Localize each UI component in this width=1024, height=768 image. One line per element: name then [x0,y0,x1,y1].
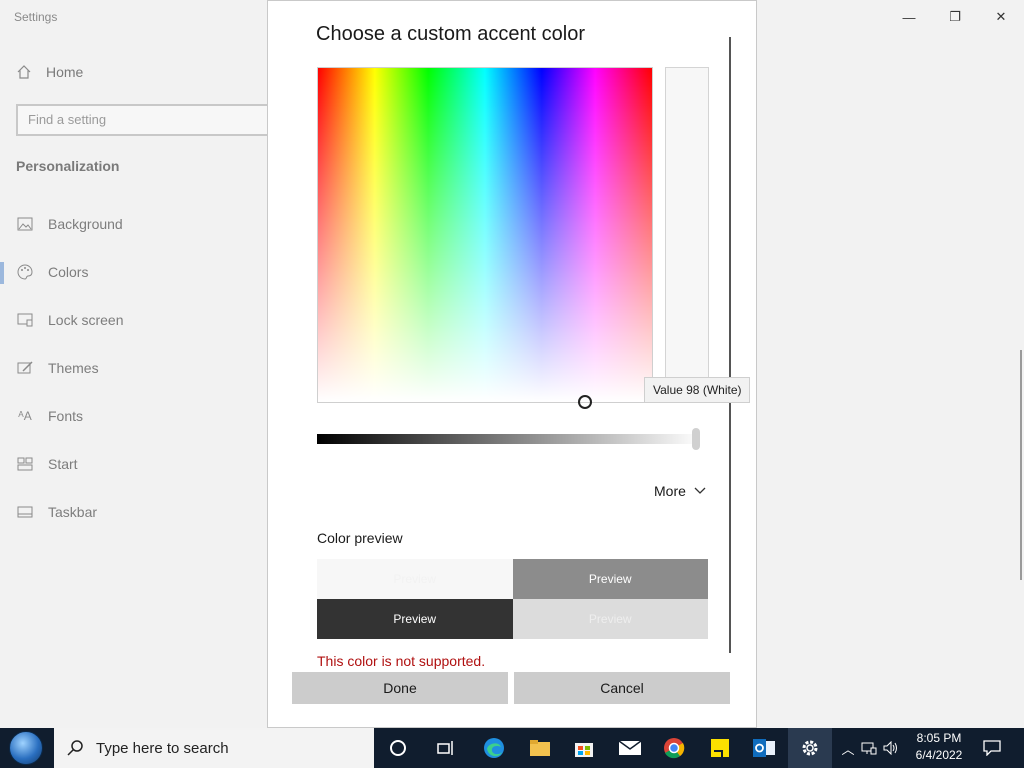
start-icon [16,456,34,472]
sidebar-item-colors[interactable]: Colors [16,264,88,280]
font-icon: ᴬA [18,409,32,423]
home-nav-item[interactable]: Home [16,64,83,80]
dialog-scrollbar[interactable] [729,37,731,653]
sidebar-item-label: Taskbar [48,504,98,520]
system-tray: ︿ [838,728,902,768]
taskbar-icon [16,504,34,520]
image-icon [16,216,34,232]
selected-color-swatch [665,67,709,403]
color-preview-label: Color preview [317,530,403,546]
preview-tile: Preview [512,599,708,639]
done-button[interactable]: Done [292,672,508,704]
sidebar-item-label: Lock screen [48,312,124,328]
sidebar-item-themes[interactable]: Themes [16,360,99,376]
maximize-button[interactable]: ❐ [932,6,978,28]
chevron-down-icon [694,487,706,494]
volume-icon[interactable] [880,741,902,755]
preview-tile: Preview [317,599,513,639]
windows-logo-icon [9,731,43,765]
more-label: More [654,483,686,499]
sidebar-item-fonts[interactable]: ᴬA Fonts [16,408,83,424]
preview-tile: Preview [317,559,513,599]
task-view-icon[interactable] [424,728,468,768]
search-placeholder: Type here to search [96,739,229,757]
network-icon[interactable] [858,741,880,755]
value-slider[interactable] [317,434,701,444]
more-toggle[interactable]: More [654,483,706,499]
clock-time: 8:05 PM [916,731,962,745]
error-message: This color is not supported. [317,653,486,669]
clock-date: 6/4/2022 [915,748,963,762]
color-preview-grid: Preview Preview Preview Preview [317,559,708,639]
value-tooltip: Value 98 (White) [644,377,751,403]
preview-tile: Preview [512,559,708,599]
outlook-icon[interactable] [742,728,786,768]
find-setting-input[interactable]: Find a setting [16,104,276,136]
sidebar-item-taskbar[interactable]: Taskbar [16,504,97,520]
cortana-icon[interactable] [376,728,420,768]
lock-screen-icon [16,312,34,328]
close-button[interactable]: ✕ [978,6,1024,28]
color-spectrum[interactable] [317,67,653,403]
store-icon[interactable] [562,728,606,768]
sidebar-item-label: Themes [48,360,99,376]
sidebar-item-label: Fonts [48,408,84,424]
chrome-icon[interactable] [652,728,696,768]
sidebar-item-start[interactable]: Start [16,456,78,472]
cancel-button[interactable]: Cancel [514,672,730,704]
value-slider-thumb[interactable] [692,428,700,450]
section-title: Personalization [16,158,120,174]
sidebar-item-background[interactable]: Background [16,216,123,232]
file-explorer-icon[interactable] [518,728,562,768]
start-button[interactable] [0,728,52,768]
palette-icon [16,264,34,280]
sticky-notes-icon[interactable] [698,728,742,768]
minimize-button[interactable]: — [886,6,932,28]
edge-icon[interactable] [472,728,516,768]
home-label: Home [46,64,84,80]
page-scrollbar[interactable] [1020,350,1022,580]
sidebar-item-label: Background [48,216,123,232]
mail-icon[interactable] [608,728,652,768]
brush-icon [16,360,34,376]
settings-icon[interactable] [788,728,832,768]
home-icon [17,65,31,79]
taskbar-search-box[interactable]: Type here to search [54,728,374,768]
taskbar: Type here to search ︿ 8:05 PM 6/4/2022 [0,728,1024,768]
sidebar-item-lock-screen[interactable]: Lock screen [16,312,123,328]
notification-icon[interactable] [970,728,1014,768]
search-icon [67,740,83,756]
window-title: Settings [14,10,58,24]
sidebar-item-label: Start [48,456,78,472]
selected-indicator [0,262,4,284]
color-picker-handle[interactable] [578,395,592,409]
clock[interactable]: 8:05 PM 6/4/2022 [905,730,973,764]
dialog-title: Choose a custom accent color [316,23,586,45]
chevron-up-icon[interactable]: ︿ [838,739,858,758]
sidebar-item-label: Colors [48,264,89,280]
custom-color-dialog: Choose a custom accent color Value 98 (W… [267,0,757,728]
